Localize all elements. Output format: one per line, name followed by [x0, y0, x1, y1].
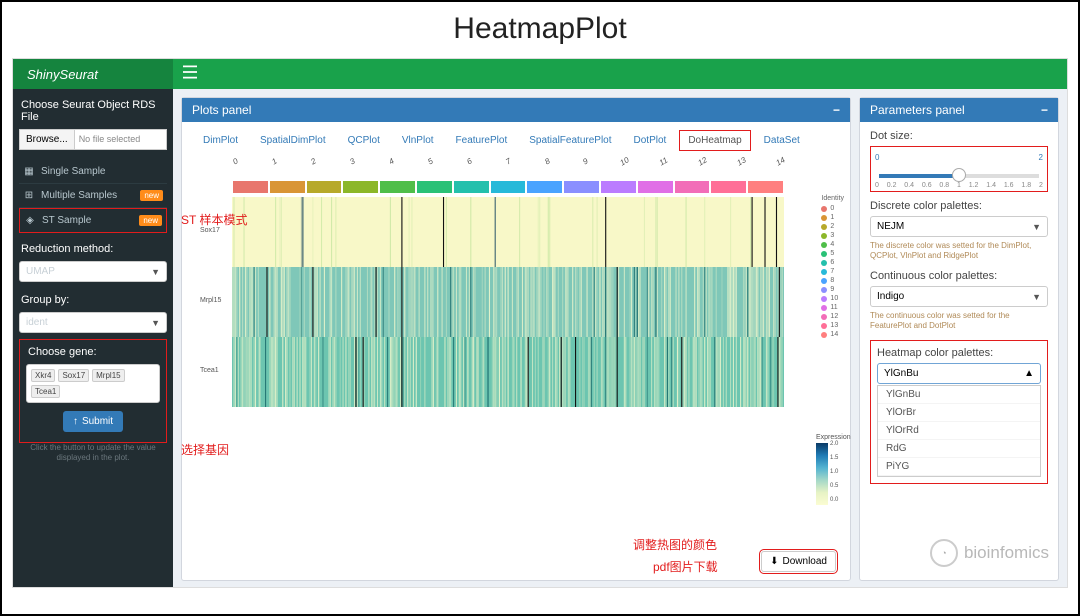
download-wrap: ⬇ Download [182, 547, 850, 580]
grid-icon: ▦ [23, 166, 35, 177]
reduction-label: Reduction method: [21, 243, 165, 255]
file-input-label: Choose Seurat Object RDS File [21, 99, 165, 123]
heatmap-body: Sox17Mrpl15Tcea1 [232, 197, 784, 407]
tab-spatialfeatureplot[interactable]: SpatialFeaturePlot [520, 130, 620, 151]
menu-toggle-button[interactable] [173, 65, 207, 84]
dot-size-label: Dot size: [870, 130, 1048, 142]
tab-dataset[interactable]: DataSet [755, 130, 809, 151]
browse-button[interactable]: Browse... [20, 130, 75, 149]
continuous-label: Continuous color palettes: [870, 270, 1048, 282]
new-badge: new [139, 215, 162, 226]
space-icon: ◈ [24, 215, 36, 226]
tab-qcplot[interactable]: QCPlot [339, 130, 389, 151]
tab-dotplot[interactable]: DotPlot [625, 130, 676, 151]
gene-chip[interactable]: Mrpl15 [92, 369, 124, 382]
sidebar-item-st[interactable]: ◈ ST Sample new [19, 208, 167, 233]
caret-up-icon: ▲ [1024, 368, 1034, 379]
group-select[interactable]: ident▼ [19, 312, 167, 333]
palette-option[interactable]: RdG [878, 440, 1040, 458]
gene-input[interactable]: Xkr4 Sox17 Mrpl15 Tcea1 [26, 364, 160, 403]
submit-hint: Click the button to update the value dis… [19, 443, 167, 462]
reduction-select[interactable]: UMAP▼ [19, 261, 167, 282]
sidebar-item-single[interactable]: ▦ Single Sample [19, 160, 167, 184]
page-title: HeatmapPlot [2, 2, 1078, 52]
topbar: ShinySeurat [13, 59, 1067, 89]
dot-size-slider[interactable] [879, 174, 1039, 178]
palette-option[interactable]: YlOrRd [878, 422, 1040, 440]
main-area: Plots panel − DimPlot SpatialDimPlot QCP… [173, 89, 1067, 588]
palette-option[interactable]: YlGnBu [878, 386, 1040, 404]
expression-colorbar: Expression 2.0 1.5 1.0 0.5 0.0 [816, 434, 844, 505]
params-body: Dot size: 0 2 00.20.40.60.811.21.41.61.8… [860, 122, 1058, 580]
tabs: DimPlot SpatialDimPlot QCPlot VlnPlot Fe… [182, 122, 850, 151]
continuous-hint: The continuous color was setted for the … [870, 311, 1048, 330]
tab-featureplot[interactable]: FeaturePlot [447, 130, 517, 151]
caret-down-icon: ▼ [1032, 222, 1041, 232]
heatmap-palette-section: Heatmap color palettes: YlGnBu▲ YlGnBu Y… [870, 340, 1048, 484]
caret-down-icon: ▼ [151, 318, 160, 328]
tab-spatialdimplot[interactable]: SpatialDimPlot [251, 130, 335, 151]
sidebar-item-multiple[interactable]: ⊞ Multiple Samples new [19, 184, 167, 208]
heatmap-plot: 01234567891011121314 Sox17Mrpl15Tcea1 Id… [182, 151, 850, 547]
gene-chip[interactable]: Tcea1 [31, 385, 60, 398]
gene-section: Choose gene: Xkr4 Sox17 Mrpl15 Tcea1 ↑ S… [19, 339, 167, 443]
heatmap-palette-label: Heatmap color palettes: [877, 347, 1041, 359]
sidebar-item-label: ST Sample [42, 215, 91, 226]
gene-label: Choose gene: [28, 346, 158, 358]
tab-dimplot[interactable]: DimPlot [194, 130, 247, 151]
tree-icon: ⊞ [23, 190, 35, 201]
discrete-select[interactable]: NEJM▼ [870, 216, 1048, 237]
caret-down-icon: ▼ [151, 267, 160, 277]
continuous-select[interactable]: Indigo▼ [870, 286, 1048, 307]
download-button[interactable]: ⬇ Download [761, 551, 836, 572]
params-panel-header: Parameters panel − [860, 98, 1058, 122]
file-status: No file selected [75, 130, 145, 149]
app-body: Choose Seurat Object RDS File Browse... … [13, 89, 1067, 588]
dot-size-slider-box: 0 2 00.20.40.60.811.21.41.61.82 [870, 146, 1048, 192]
discrete-hint: The discrete color was setted for the Di… [870, 241, 1048, 260]
file-input[interactable]: Browse... No file selected [19, 129, 167, 150]
group-label: Group by: [21, 294, 165, 306]
gene-chip[interactable]: Sox17 [58, 369, 89, 382]
app-window: ShinySeurat Choose Seurat Object RDS Fil… [12, 58, 1068, 588]
sidebar-item-label: Single Sample [41, 166, 105, 177]
sidebar-item-label: Multiple Samples [41, 190, 117, 201]
upload-icon: ↑ [73, 416, 78, 427]
gene-chip[interactable]: Xkr4 [31, 369, 55, 382]
watermark-icon: ◔ [930, 539, 958, 567]
palette-option[interactable]: YlOrBr [878, 404, 1040, 422]
plots-panel: Plots panel − DimPlot SpatialDimPlot QCP… [181, 97, 851, 581]
slider-handle[interactable] [952, 168, 966, 182]
palette-option[interactable]: PiYG [878, 458, 1040, 476]
submit-button[interactable]: ↑ Submit [63, 411, 123, 432]
watermark: ◔ bioinfomics [930, 539, 1049, 567]
cluster-color-bar [232, 181, 784, 193]
heatmap-palette-dropdown[interactable]: YlGnBu YlOrBr YlOrRd RdG PiYG [877, 385, 1041, 477]
plots-panel-header: Plots panel − [182, 98, 850, 122]
download-icon: ⬇ [770, 556, 778, 567]
heatmap-palette-select[interactable]: YlGnBu▲ [877, 363, 1041, 384]
page-frame: HeatmapPlot ShinySeurat Choose Seurat Ob… [0, 0, 1080, 616]
brand: ShinySeurat [13, 59, 173, 89]
collapse-button[interactable]: − [833, 103, 840, 117]
discrete-label: Discrete color palettes: [870, 200, 1048, 212]
new-badge: new [140, 190, 163, 201]
cluster-axis-labels: 01234567891011121314 [216, 157, 800, 166]
identity-legend: Identity01234567891011121314 [821, 195, 844, 340]
slider-ticks: 00.20.40.60.811.21.41.61.82 [875, 182, 1043, 189]
tab-vlnplot[interactable]: VlnPlot [393, 130, 443, 151]
collapse-button[interactable]: − [1041, 103, 1048, 117]
parameters-panel: Parameters panel − Dot size: 0 2 [859, 97, 1059, 581]
sidebar: Choose Seurat Object RDS File Browse... … [13, 89, 173, 588]
caret-down-icon: ▼ [1032, 292, 1041, 302]
